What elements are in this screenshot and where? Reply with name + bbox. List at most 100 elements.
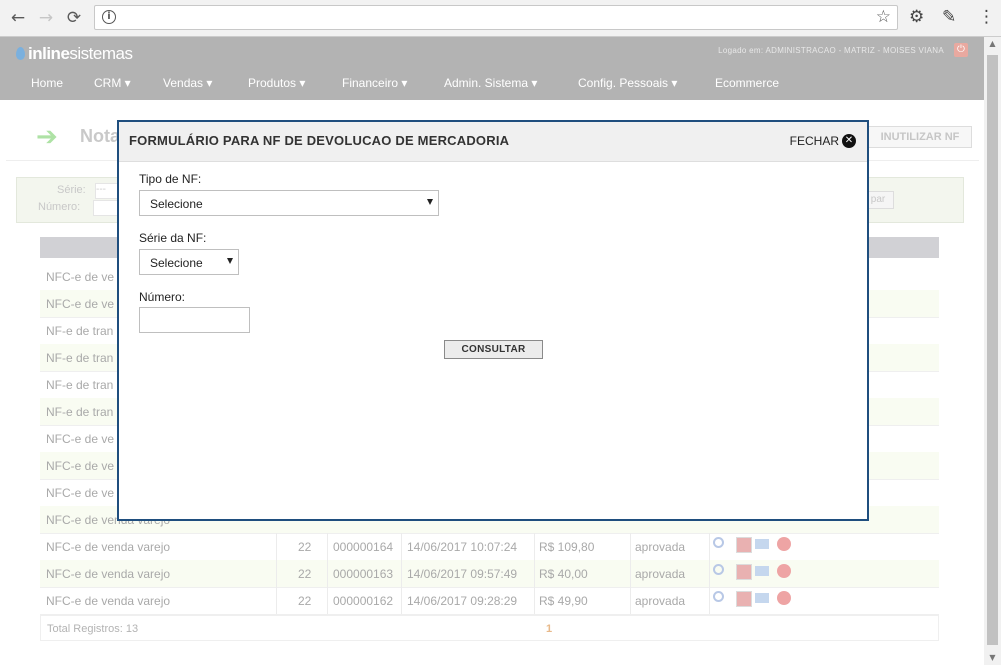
pdf-icon[interactable] bbox=[736, 564, 752, 580]
row-tipo: NFC-e de ve bbox=[46, 486, 115, 500]
extension-icon[interactable]: ✎ bbox=[942, 7, 956, 27]
delete-icon[interactable] bbox=[777, 537, 791, 551]
menu-vendas[interactable]: Vendas ▾ bbox=[163, 76, 212, 90]
row-data: 14/06/2017 09:57:49 bbox=[407, 567, 518, 581]
column-divider bbox=[709, 560, 710, 587]
column-divider bbox=[401, 560, 402, 587]
email-icon[interactable] bbox=[755, 593, 769, 603]
close-icon[interactable]: ✕ bbox=[842, 134, 856, 148]
menu-admin-sistema[interactable]: Admin. Sistema ▾ bbox=[444, 76, 537, 90]
row-data: 14/06/2017 09:28:29 bbox=[407, 594, 518, 608]
logo-prefix: inline bbox=[28, 44, 70, 63]
column-divider bbox=[630, 560, 631, 587]
pdf-icon[interactable] bbox=[736, 591, 752, 607]
column-divider bbox=[401, 587, 402, 614]
settings-gear-icon[interactable]: ⚙ bbox=[909, 7, 924, 27]
tipo-nf-value: Selecione bbox=[150, 197, 203, 211]
column-divider bbox=[276, 560, 277, 587]
serie-nf-select[interactable]: Selecione bbox=[139, 249, 239, 275]
row-serie: 22 bbox=[298, 540, 312, 554]
scrollbar-thumb[interactable] bbox=[987, 55, 998, 645]
scroll-down-icon[interactable]: ▼ bbox=[984, 651, 1001, 665]
menu-config-pessoais[interactable]: Config. Pessoais ▾ bbox=[578, 76, 677, 90]
logo-suffix: sistemas bbox=[69, 44, 133, 63]
table-row[interactable]: NFC-e de venda varejo 22 000000164 14/06/20… bbox=[40, 533, 939, 561]
row-tipo: NFC-e de ve bbox=[46, 459, 115, 473]
column-divider bbox=[709, 587, 710, 614]
row-tipo: NFC-e de ve bbox=[46, 432, 115, 446]
logout-power-icon[interactable]: ⏻ bbox=[954, 43, 968, 57]
view-search-icon[interactable] bbox=[713, 537, 724, 548]
row-valor: R$ 49,90 bbox=[539, 594, 588, 608]
table-footer: Total Registros: 13 1 bbox=[40, 615, 939, 641]
chevron-down-icon bbox=[227, 258, 233, 264]
row-serie: 22 bbox=[298, 567, 312, 581]
logo[interactable]: inlinesistemas bbox=[16, 44, 133, 66]
bookmark-star-icon[interactable]: ☆ bbox=[876, 7, 891, 27]
email-icon[interactable] bbox=[755, 539, 769, 549]
delete-icon[interactable] bbox=[777, 591, 791, 605]
numero-filter-label: Número: bbox=[38, 201, 81, 213]
numero-input[interactable] bbox=[139, 307, 250, 333]
chevron-down-icon bbox=[427, 199, 433, 205]
email-icon[interactable] bbox=[755, 566, 769, 576]
row-numero: 000000162 bbox=[333, 594, 394, 608]
delete-icon[interactable] bbox=[777, 564, 791, 578]
column-divider bbox=[401, 533, 402, 560]
browser-menu-icon[interactable]: ⋮ bbox=[978, 7, 995, 27]
row-status: aprovada bbox=[635, 567, 686, 581]
forward-icon[interactable]: → bbox=[35, 7, 57, 29]
row-tipo: NFC-e de ve bbox=[46, 297, 115, 311]
column-divider bbox=[534, 560, 535, 587]
menu-financeiro[interactable]: Financeiro ▾ bbox=[342, 76, 407, 90]
column-divider bbox=[630, 533, 631, 560]
table-row[interactable]: NFC-e de venda varejo 22 000000162 14/06/20… bbox=[40, 587, 939, 615]
row-tipo: NFC-e de ve bbox=[46, 270, 115, 284]
serie-filter-label: Série: bbox=[57, 184, 86, 196]
total-registros: Total Registros: 13 bbox=[47, 623, 139, 635]
devolucao-modal: FORMULÁRIO PARA NF DE DEVOLUCAO DE MERCA… bbox=[117, 120, 869, 521]
inutilizar-nf-button[interactable]: INUTILIZAR NF bbox=[868, 126, 972, 148]
row-tipo: NF-e de tran bbox=[46, 351, 114, 365]
row-tipo: NF-e de tran bbox=[46, 378, 114, 392]
page-title: Nota bbox=[80, 126, 120, 146]
numero-label: Número: bbox=[139, 290, 186, 304]
row-valor: R$ 109,80 bbox=[539, 540, 595, 554]
page-number-link[interactable]: 1 bbox=[546, 623, 552, 635]
column-divider bbox=[327, 560, 328, 587]
view-search-icon[interactable] bbox=[713, 564, 724, 575]
tipo-nf-select[interactable]: Selecione bbox=[139, 190, 439, 216]
numero-filter-input[interactable] bbox=[93, 200, 119, 216]
logo-drop-icon bbox=[16, 47, 25, 60]
pdf-icon[interactable] bbox=[736, 537, 752, 553]
modal-title: FORMULÁRIO PARA NF DE DEVOLUCAO DE MERCA… bbox=[129, 133, 510, 148]
scroll-up-icon[interactable]: ▲ bbox=[984, 37, 1001, 51]
close-modal-button[interactable]: FECHAR ✕ bbox=[790, 134, 856, 148]
column-divider bbox=[327, 533, 328, 560]
back-icon[interactable]: ← bbox=[7, 7, 29, 29]
column-divider bbox=[709, 533, 710, 560]
consultar-button[interactable]: CONSULTAR bbox=[444, 340, 543, 359]
logged-user-text: Logado em: ADMINISTRACAO - MATRIZ - MOIS… bbox=[718, 46, 944, 55]
serie-filter-select[interactable]: --- bbox=[95, 183, 119, 199]
menu-ecommerce[interactable]: Ecommerce bbox=[715, 76, 779, 90]
view-search-icon[interactable] bbox=[713, 591, 724, 602]
row-valor: R$ 40,00 bbox=[539, 567, 588, 581]
table-row[interactable]: NFC-e de venda varejo 22 000000163 14/06/20… bbox=[40, 560, 939, 588]
column-divider bbox=[534, 533, 535, 560]
row-serie: 22 bbox=[298, 594, 312, 608]
serie-nf-label: Série da NF: bbox=[139, 231, 207, 245]
browser-toolbar: ← → ⟳ i ☆ ⚙ ✎ ⋮ bbox=[0, 0, 1001, 37]
row-tipo: NF-e de tran bbox=[46, 405, 114, 419]
reload-icon[interactable]: ⟳ bbox=[63, 7, 85, 29]
menu-home[interactable]: Home bbox=[31, 76, 63, 90]
row-status: aprovada bbox=[635, 594, 686, 608]
menu-crm[interactable]: CRM ▾ bbox=[94, 76, 131, 90]
app-header: inlinesistemas Logado em: ADMINISTRACAO … bbox=[0, 37, 984, 100]
row-tipo: NF-e de tran bbox=[46, 324, 114, 338]
page-scrollbar[interactable]: ▲ ▼ bbox=[984, 37, 1001, 665]
row-tipo: NFC-e de venda varejo bbox=[46, 567, 171, 581]
menu-produtos[interactable]: Produtos ▾ bbox=[248, 76, 305, 90]
address-bar[interactable]: i ☆ bbox=[94, 5, 898, 30]
site-info-icon[interactable]: i bbox=[102, 10, 116, 24]
